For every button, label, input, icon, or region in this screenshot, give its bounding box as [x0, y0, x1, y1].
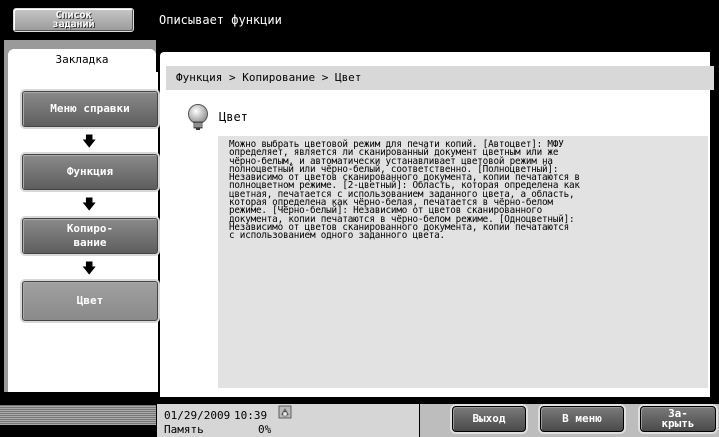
arrow-down-icon: 🡇 — [82, 197, 97, 213]
breadcrumb: Функция > Копирование > Цвет — [166, 66, 714, 90]
network-icon — [278, 405, 292, 419]
sidebar-item-label: вание — [73, 236, 107, 249]
close-button[interactable]: За- крыть — [640, 406, 716, 432]
menu-button[interactable]: В меню — [540, 406, 624, 432]
memory-value: 0% — [258, 423, 272, 436]
page-title: Описывает функции — [159, 13, 282, 27]
sidebar-item-help-menu[interactable]: Меню справки — [22, 91, 158, 127]
arrow-down-icon: 🡇 — [82, 134, 97, 150]
status-date: 01/29/2009 — [164, 409, 231, 422]
job-list-label-2: заданий — [52, 19, 95, 30]
memory-label: Память — [164, 423, 204, 436]
exit-button[interactable]: Выход — [452, 406, 526, 432]
sidebar-item-function[interactable]: Функция — [22, 154, 158, 190]
arrow-down-icon: 🡇 — [82, 261, 97, 277]
sidebar-item-color[interactable]: Цвет — [22, 281, 158, 321]
close-label-2: крыть — [661, 417, 695, 430]
tab-bookmark[interactable]: Закладка — [8, 49, 156, 77]
bottom-left-stripe — [0, 405, 156, 425]
status-time: 10:39 — [234, 409, 268, 422]
sidebar-item-label: Копиро- — [66, 222, 114, 235]
section-title: Цвет — [219, 110, 248, 124]
right-edge — [710, 52, 719, 397]
description-text: Можно выбрать цветовой режим для печати … — [229, 139, 580, 242]
lightbulb-icon — [188, 104, 208, 130]
job-list-button[interactable]: Список заданий — [13, 8, 134, 32]
sidebar-item-copy[interactable]: Копиро- вание — [22, 218, 158, 254]
